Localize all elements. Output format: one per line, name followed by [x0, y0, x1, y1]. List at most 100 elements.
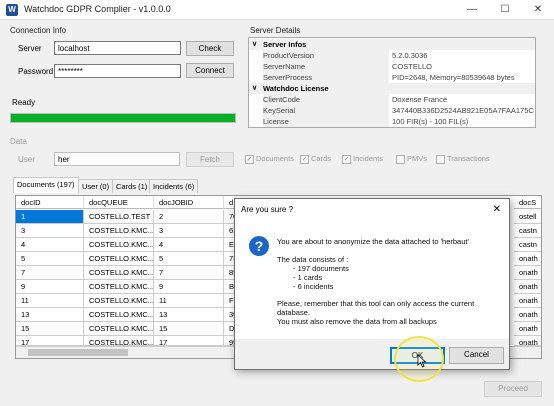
collapse-icon[interactable]: ∨: [252, 83, 257, 94]
scrollbar-thumb[interactable]: [28, 349, 128, 356]
table-cell[interactable]: 7: [154, 266, 224, 280]
table-cell[interactable]: 5: [154, 252, 224, 266]
user-input[interactable]: her: [54, 152, 180, 166]
table-cell[interactable]: 3: [16, 224, 84, 238]
table-cell[interactable]: onath: [514, 308, 541, 322]
detail-row: ServerName COSTELLO: [263, 61, 433, 72]
maximize-button[interactable]: ☐: [491, 1, 519, 19]
table-cell[interactable]: 4: [154, 238, 224, 252]
status-text: Ready: [12, 98, 36, 107]
table-cell[interactable]: onath: [514, 266, 541, 280]
table-cell[interactable]: onath: [514, 280, 541, 294]
table-cell[interactable]: COSTELLO.KMC...: [84, 308, 154, 322]
table-cell[interactable]: onath: [514, 336, 541, 346]
dialog-message-line: Please, remember that this tool can only…: [277, 299, 475, 308]
incidents-checkbox[interactable]: ✓ Incidents: [342, 154, 383, 164]
dialog-list-item: - 6 incidents: [293, 282, 334, 291]
table-cell[interactable]: 9: [16, 280, 84, 294]
dialog-message-line: database.: [277, 308, 310, 317]
table-cell[interactable]: castn: [514, 238, 541, 252]
table-cell[interactable]: 17: [154, 336, 224, 346]
tab-documents[interactable]: Documents (197): [13, 177, 79, 193]
server-details-grid: ∨ Server Infos ProductVersion 5.2.0.3036 S…: [248, 37, 536, 128]
data-group-label: Data: [10, 137, 27, 146]
user-label: User: [18, 155, 35, 164]
dialog-list-item: - 1 cards: [293, 273, 323, 282]
cards-checkbox[interactable]: ✓ Cards: [300, 154, 331, 164]
question-icon: ?: [249, 236, 269, 256]
dialog-message-line: The data consists of :: [277, 255, 349, 264]
checkbox-icon: [436, 154, 445, 164]
table-cell[interactable]: 4: [16, 238, 84, 252]
table-cell[interactable]: 13: [16, 308, 84, 322]
app-icon: W: [6, 4, 18, 16]
proceed-button[interactable]: Proceed: [484, 381, 542, 397]
table-cell[interactable]: 15: [154, 322, 224, 336]
password-label: Password: [18, 67, 54, 76]
dialog-close-icon[interactable]: ✕: [493, 204, 501, 215]
detail-row: ProductVersion 5.2.0.3036: [263, 50, 428, 61]
server-input[interactable]: localhost: [54, 41, 181, 55]
table-cell[interactable]: COSTELLO.KMC...: [84, 266, 154, 280]
table-cell[interactable]: castn: [514, 224, 541, 238]
table-cell[interactable]: COSTELLO.KMC...: [84, 280, 154, 294]
table-cell[interactable]: 17: [16, 336, 84, 346]
table-cell[interactable]: 1: [16, 210, 84, 224]
minimize-button[interactable]: —: [458, 1, 486, 19]
col-header[interactable]: docJOBID: [154, 196, 224, 209]
cancel-button[interactable]: Cancel: [449, 347, 504, 364]
col-header[interactable]: docID: [16, 196, 84, 209]
check-button[interactable]: Check: [186, 41, 234, 56]
section-server-infos[interactable]: ∨ Server Infos: [249, 39, 535, 50]
table-cell[interactable]: 11: [154, 294, 224, 308]
table-cell[interactable]: 15: [16, 322, 84, 336]
table-cell[interactable]: COSTELLO.KMC...: [84, 294, 154, 308]
checkbox-icon: [396, 154, 405, 164]
table-cell[interactable]: onath: [514, 322, 541, 336]
window-title: Watchdoc GDPR Complier - v1.0.0.0: [24, 4, 171, 14]
tab-incidents[interactable]: Incidents (6): [149, 179, 199, 193]
table-cell[interactable]: COSTELLO.KMC...: [84, 252, 154, 266]
dialog-body: ? You are about to anonymize the data at…: [235, 221, 509, 339]
col-header[interactable]: docQUEUE: [84, 196, 154, 209]
table-cell[interactable]: 5: [16, 252, 84, 266]
table-cell[interactable]: ostell: [514, 210, 541, 224]
dialog-message-line: You are about to anonymize the data atta…: [277, 237, 469, 246]
table-cell[interactable]: 11: [16, 294, 84, 308]
col-header[interactable]: docS: [514, 196, 541, 209]
table-cell[interactable]: COSTELLO.KMC...: [84, 238, 154, 252]
pmvs-checkbox[interactable]: PMVs: [396, 154, 427, 164]
tab-cards[interactable]: Cards (1): [112, 179, 152, 193]
detail-row: KeySerial 347440B336D2524AB921E05A7FAA175…: [263, 105, 534, 116]
dialog-list-item: - 197 documents: [293, 264, 349, 273]
close-window-button[interactable]: ✕: [524, 1, 552, 19]
connect-button[interactable]: Connect: [186, 63, 234, 78]
detail-row: ClientCode Doxense France: [263, 94, 448, 105]
checkbox-icon: ✓: [300, 154, 309, 164]
fetch-button[interactable]: Fetch: [186, 152, 234, 167]
detail-row: ServerProcess PID=2648, Memory=80539648 b…: [263, 72, 515, 83]
tab-user[interactable]: User (0): [78, 179, 114, 193]
table-cell[interactable]: COSTELLO.KMC...: [84, 224, 154, 238]
confirm-dialog: Are you sure ? ✕ ? You are about to anon…: [234, 198, 510, 370]
table-cell[interactable]: 2: [154, 210, 224, 224]
table-cell[interactable]: 3: [154, 224, 224, 238]
table-cell[interactable]: 13: [154, 308, 224, 322]
table-cell[interactable]: onath: [514, 294, 541, 308]
dialog-title: Are you sure ?: [235, 199, 509, 221]
table-cell[interactable]: COSTELLO.KMC...: [84, 322, 154, 336]
table-cell[interactable]: COSTELLO.KMC...: [84, 336, 154, 346]
transactions-checkbox[interactable]: Transactions: [436, 154, 490, 164]
section-watchdoc-license[interactable]: ∨ Watchdoc License: [249, 83, 535, 94]
mouse-cursor-icon: [417, 354, 427, 368]
table-cell[interactable]: 7: [16, 266, 84, 280]
checkbox-icon: ✓: [245, 154, 254, 164]
status-progress-bar: [10, 113, 236, 123]
table-cell[interactable]: COSTELLO.TEST: [84, 210, 154, 224]
document-checkbox[interactable]: ✓ Documents: [245, 154, 294, 164]
collapse-icon[interactable]: ∨: [252, 39, 257, 50]
table-cell[interactable]: 9: [154, 280, 224, 294]
password-input[interactable]: ********: [54, 64, 181, 78]
table-cell[interactable]: onath: [514, 252, 541, 266]
dialog-message-line: You must also remove the data from all b…: [277, 317, 437, 326]
